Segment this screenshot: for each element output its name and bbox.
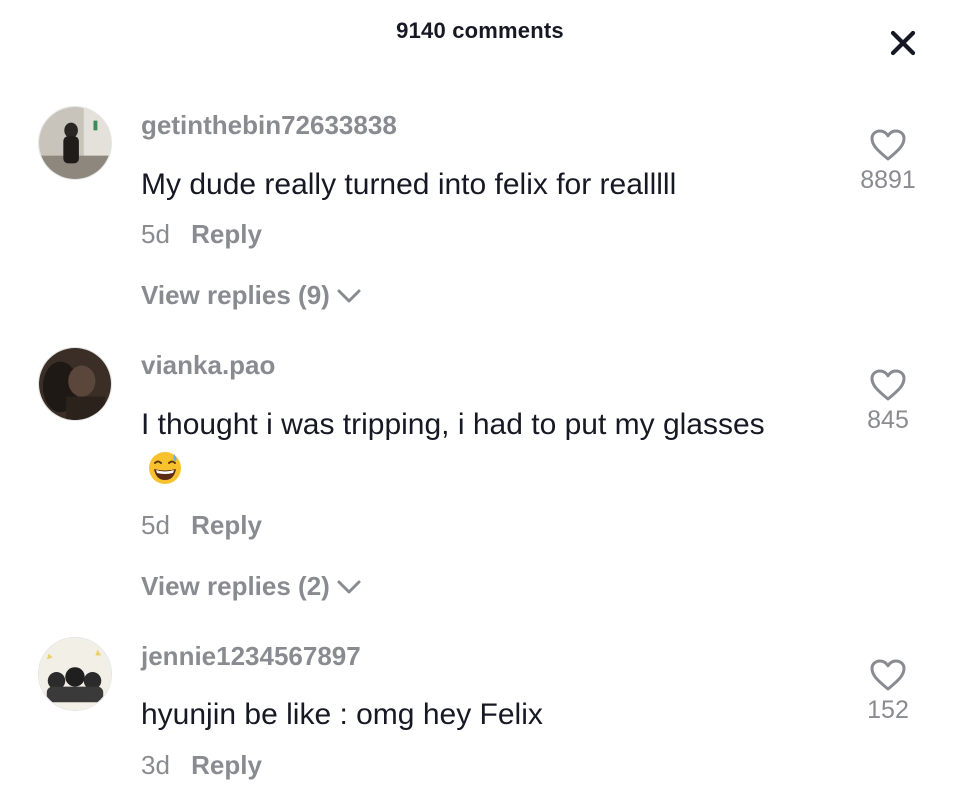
chevron-down-icon: [337, 289, 361, 302]
comment-username[interactable]: jennie1234567897: [141, 641, 361, 672]
chevron-down-icon: [337, 580, 361, 593]
view-replies-label: View replies (9): [141, 280, 330, 310]
comment-time: 5d: [141, 219, 170, 249]
comment-meta: 3d Reply: [141, 750, 262, 781]
like-button[interactable]: 8891: [848, 128, 928, 195]
comment-text: hyunjin be like : omg hey Felix: [141, 698, 543, 731]
comment-text: I thought i was tripping, i had to put m…: [141, 400, 781, 502]
reply-button[interactable]: Reply: [191, 219, 262, 249]
like-count: 8891: [860, 166, 916, 194]
like-button[interactable]: 152: [848, 658, 928, 725]
close-icon: [890, 30, 916, 56]
avatar-image: [39, 638, 111, 710]
reply-button[interactable]: Reply: [191, 750, 262, 780]
comment-username[interactable]: vianka.pao: [141, 350, 275, 381]
comment-time: 5d: [141, 510, 170, 540]
comment-meta: 5d Reply: [141, 219, 262, 250]
heart-outline-icon: [870, 129, 906, 161]
view-replies-button[interactable]: View replies (9): [141, 280, 362, 311]
view-replies-button[interactable]: View replies (2): [141, 571, 362, 602]
avatar-image: [39, 348, 111, 420]
grinning-sweat-emoji-icon: [147, 450, 183, 502]
avatar[interactable]: [38, 347, 112, 421]
avatar[interactable]: [38, 637, 112, 711]
like-button[interactable]: 845: [848, 368, 928, 435]
comment-meta: 5d Reply: [141, 510, 262, 541]
view-replies-label: View replies (2): [141, 571, 330, 601]
like-count: 152: [867, 696, 909, 724]
close-button[interactable]: [886, 26, 920, 60]
reply-button[interactable]: Reply: [191, 510, 262, 540]
comment-time: 3d: [141, 750, 170, 780]
comments-count-title: 9140 comments: [396, 18, 564, 43]
heart-outline-icon: [870, 369, 906, 401]
comment-text-content: I thought i was tripping, i had to put m…: [141, 408, 765, 441]
heart-outline-icon: [870, 659, 906, 691]
comment-username[interactable]: getinthebin72633838: [141, 110, 397, 141]
like-count: 845: [867, 406, 909, 434]
avatar-image: [39, 107, 111, 179]
avatar[interactable]: [38, 106, 112, 180]
comment-text: My dude really turned into felix for rea…: [141, 168, 677, 201]
